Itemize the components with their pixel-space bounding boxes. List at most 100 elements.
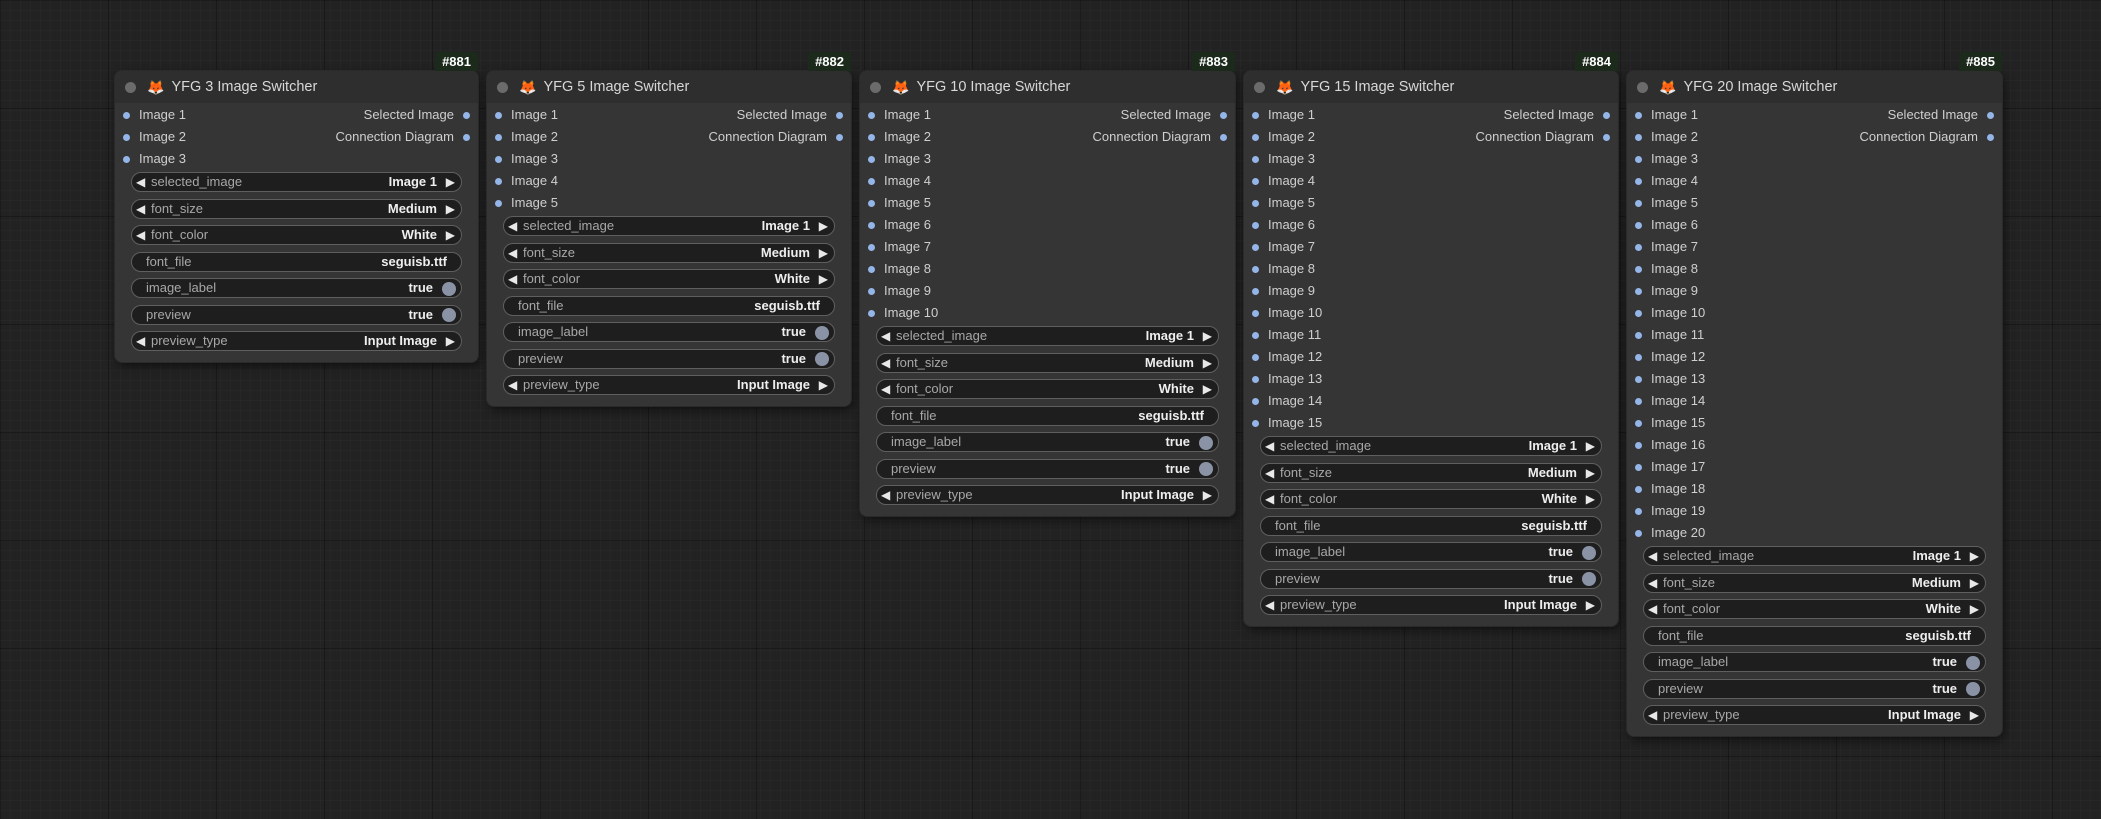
- arrow-right-icon[interactable]: ▶: [1586, 596, 1595, 614]
- arrow-left-icon[interactable]: ◀: [1648, 600, 1657, 618]
- input-connector-icon[interactable]: [868, 199, 875, 207]
- input-slot[interactable]: Image 2: [495, 126, 558, 148]
- widget-font-size[interactable]: ◀ font_size Medium ▶: [503, 242, 835, 263]
- input-connector-icon[interactable]: [1252, 265, 1259, 273]
- widget-image-label[interactable]: image_label true: [131, 278, 462, 298]
- input-slot[interactable]: Image 5: [1252, 192, 1315, 214]
- widget-font-color[interactable]: ◀ font_color White ▶: [876, 379, 1219, 399]
- widget-preview[interactable]: preview true: [1643, 678, 1986, 699]
- arrow-right-icon[interactable]: ▶: [1970, 547, 1979, 565]
- image-switcher-node[interactable]: #884 🦊 YFG 15 Image Switcher Image 1 Selecte…: [1244, 52, 1618, 626]
- input-slot[interactable]: Image 1: [123, 104, 186, 126]
- output-connector-icon[interactable]: [1987, 111, 1994, 119]
- input-slot[interactable]: Image 11: [1252, 324, 1321, 346]
- input-slot[interactable]: Image 15: [1635, 412, 1705, 434]
- widget-preview-type[interactable]: ◀ preview_type Input Image ▶: [1643, 705, 1986, 725]
- input-connector-icon[interactable]: [1635, 441, 1642, 449]
- widget-preview[interactable]: preview true: [503, 348, 835, 369]
- toggle-knob-icon[interactable]: [1582, 545, 1596, 560]
- widget-selected-image[interactable]: ◀ selected_image Image 1 ▶: [503, 216, 835, 236]
- output-connector-icon[interactable]: [1603, 111, 1610, 119]
- input-slot[interactable]: Image 1: [495, 104, 558, 126]
- node-header[interactable]: 🦊 YFG 20 Image Switcher: [1627, 71, 2002, 103]
- widget-preview-type[interactable]: ◀ preview_type Input Image ▶: [131, 331, 462, 351]
- arrow-left-icon[interactable]: ◀: [1265, 437, 1274, 455]
- output-slot[interactable]: Connection Diagram: [335, 126, 470, 148]
- image-switcher-node[interactable]: #881 🦊 YFG 3 Image Switcher Image 1 Selected…: [115, 52, 478, 362]
- toggle-knob-icon[interactable]: [1966, 655, 1980, 670]
- input-slot[interactable]: Image 20: [1635, 522, 1705, 544]
- arrow-left-icon[interactable]: ◀: [136, 332, 145, 350]
- input-connector-icon[interactable]: [1635, 243, 1642, 251]
- input-connector-icon[interactable]: [495, 155, 502, 163]
- input-connector-icon[interactable]: [123, 155, 130, 163]
- arrow-left-icon[interactable]: ◀: [881, 354, 890, 372]
- output-slot[interactable]: Connection Diagram: [708, 126, 843, 148]
- input-connector-icon[interactable]: [495, 133, 502, 141]
- arrow-left-icon[interactable]: ◀: [508, 217, 517, 235]
- widget-font-file[interactable]: font_file seguisb.ttf: [503, 295, 835, 316]
- input-connector-icon[interactable]: [868, 287, 875, 295]
- arrow-right-icon[interactable]: ▶: [446, 173, 455, 191]
- input-slot[interactable]: Image 8: [1252, 258, 1315, 280]
- arrow-left-icon[interactable]: ◀: [1648, 547, 1657, 565]
- widget-font-file[interactable]: font_file seguisb.ttf: [1260, 515, 1602, 536]
- input-connector-icon[interactable]: [1635, 375, 1642, 383]
- input-connector-icon[interactable]: [1252, 419, 1259, 427]
- input-slot[interactable]: Image 2: [868, 126, 931, 148]
- arrow-left-icon[interactable]: ◀: [508, 376, 517, 394]
- toggle-knob-icon[interactable]: [1199, 435, 1213, 450]
- input-connector-icon[interactable]: [1635, 309, 1642, 317]
- widget-font-color[interactable]: ◀ font_color White ▶: [1643, 599, 1986, 619]
- input-connector-icon[interactable]: [868, 243, 875, 251]
- output-slot[interactable]: Connection Diagram: [1859, 126, 1994, 148]
- output-connector-icon[interactable]: [463, 111, 470, 119]
- widget-font-size[interactable]: ◀ font_size Medium ▶: [131, 198, 462, 219]
- input-slot[interactable]: Image 13: [1635, 368, 1705, 390]
- widget-preview-type[interactable]: ◀ preview_type Input Image ▶: [876, 485, 1219, 505]
- input-slot[interactable]: Image 4: [1252, 170, 1315, 192]
- arrow-left-icon[interactable]: ◀: [881, 486, 890, 504]
- toggle-knob-icon[interactable]: [1966, 682, 1980, 696]
- node-header[interactable]: 🦊 YFG 15 Image Switcher: [1244, 71, 1618, 103]
- arrow-right-icon[interactable]: ▶: [819, 244, 828, 262]
- arrow-left-icon[interactable]: ◀: [1265, 490, 1274, 508]
- input-slot[interactable]: Image 6: [868, 214, 931, 236]
- arrow-right-icon[interactable]: ▶: [1203, 327, 1212, 345]
- arrow-right-icon[interactable]: ▶: [819, 376, 828, 394]
- input-slot[interactable]: Image 3: [1252, 148, 1315, 170]
- input-connector-icon[interactable]: [1635, 331, 1642, 339]
- arrow-left-icon[interactable]: ◀: [508, 244, 517, 262]
- toggle-knob-icon[interactable]: [815, 325, 829, 340]
- output-slot[interactable]: Selected Image: [1121, 104, 1227, 126]
- collapse-toggle-icon[interactable]: [125, 81, 136, 93]
- widget-selected-image[interactable]: ◀ selected_image Image 1 ▶: [876, 326, 1219, 346]
- arrow-left-icon[interactable]: ◀: [881, 380, 890, 398]
- node-header[interactable]: 🦊 YFG 3 Image Switcher: [115, 71, 478, 103]
- output-connector-icon[interactable]: [1603, 133, 1610, 141]
- image-switcher-node[interactable]: #885 🦊 YFG 20 Image Switcher Image 1 Selecte…: [1627, 52, 2002, 736]
- output-slot[interactable]: Connection Diagram: [1092, 126, 1227, 148]
- input-slot[interactable]: Image 10: [868, 302, 938, 324]
- input-slot[interactable]: Image 16: [1635, 434, 1705, 456]
- widget-preview[interactable]: preview true: [131, 304, 462, 325]
- output-slot[interactable]: Connection Diagram: [1475, 126, 1610, 148]
- arrow-right-icon[interactable]: ▶: [1586, 490, 1595, 508]
- input-connector-icon[interactable]: [123, 111, 130, 119]
- input-slot[interactable]: Image 5: [1635, 192, 1698, 214]
- input-slot[interactable]: Image 9: [868, 280, 931, 302]
- input-connector-icon[interactable]: [1635, 419, 1642, 427]
- input-connector-icon[interactable]: [495, 199, 502, 207]
- widget-font-file[interactable]: font_file seguisb.ttf: [1643, 625, 1986, 646]
- input-connector-icon[interactable]: [1635, 529, 1642, 537]
- collapse-toggle-icon[interactable]: [1254, 81, 1265, 93]
- collapse-toggle-icon[interactable]: [870, 81, 881, 93]
- output-slot[interactable]: Selected Image: [1504, 104, 1610, 126]
- input-slot[interactable]: Image 1: [868, 104, 931, 126]
- input-connector-icon[interactable]: [1635, 463, 1642, 471]
- arrow-left-icon[interactable]: ◀: [1265, 596, 1274, 614]
- widget-preview-type[interactable]: ◀ preview_type Input Image ▶: [1260, 595, 1602, 615]
- input-slot[interactable]: Image 6: [1635, 214, 1698, 236]
- widget-preview[interactable]: preview true: [1260, 568, 1602, 589]
- arrow-left-icon[interactable]: ◀: [136, 173, 145, 191]
